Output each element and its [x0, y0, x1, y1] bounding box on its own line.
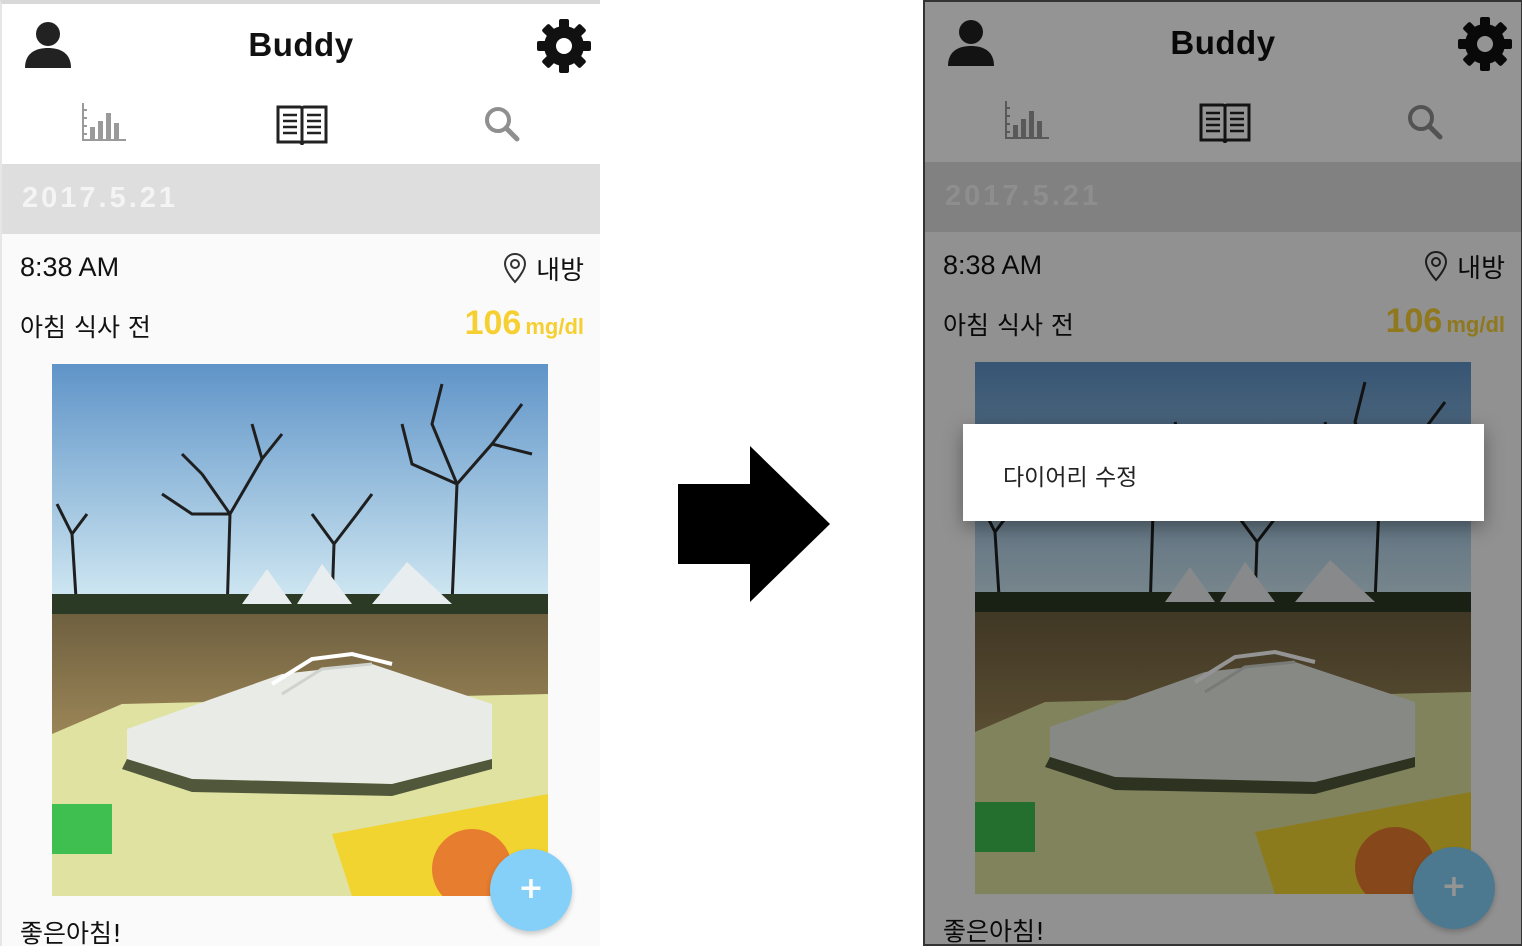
- entry-date: 2017.5.21: [22, 182, 179, 214]
- tab-diary[interactable]: [272, 99, 332, 149]
- meal-label: 아침 식사 전: [20, 313, 151, 342]
- entry-memo: 좋은아침!: [20, 919, 123, 946]
- tab-search[interactable]: [472, 99, 532, 149]
- tab-bar: [2, 89, 600, 164]
- diary-entry-card[interactable]: 8:38 AM 내방 아침 식사 전 106 mg/dl 좋은아침!: [2, 234, 600, 946]
- entry-photo[interactable]: [52, 364, 548, 896]
- tab-stats[interactable]: [74, 99, 134, 149]
- context-menu: 다이어리 수정: [963, 424, 1484, 521]
- phone-screen-after: Buddy 2017.5.21 8:38 AM 내방 아침 식사 전 106 m…: [923, 0, 1522, 946]
- search-icon: [485, 107, 520, 142]
- app-title: Buddy: [248, 26, 354, 63]
- book-icon: [276, 105, 328, 146]
- edit-diary-menu-item[interactable]: 다이어리 수정: [1003, 458, 1137, 492]
- date-header: 2017.5.21: [2, 164, 600, 234]
- location-label: 내방: [536, 255, 584, 286]
- gear-icon[interactable]: [534, 16, 594, 76]
- location-pin-icon: [504, 252, 527, 284]
- glucose-value: 106: [464, 304, 522, 342]
- glucose-reading: 106 mg/dl: [465, 304, 584, 343]
- bar-chart-icon: [82, 103, 126, 141]
- glucose-unit: mg/dl: [525, 314, 584, 339]
- entry-time: 8:38 AM: [20, 252, 120, 282]
- entry-location: 내방: [502, 248, 584, 288]
- add-entry-button[interactable]: +: [490, 849, 572, 931]
- right-arrow-icon: [678, 446, 830, 602]
- phone-screen-before: Buddy 2017.5.21 8:38 AM 내방 아침 식사 전 106 m…: [0, 0, 600, 946]
- app-bar: Buddy: [2, 4, 600, 89]
